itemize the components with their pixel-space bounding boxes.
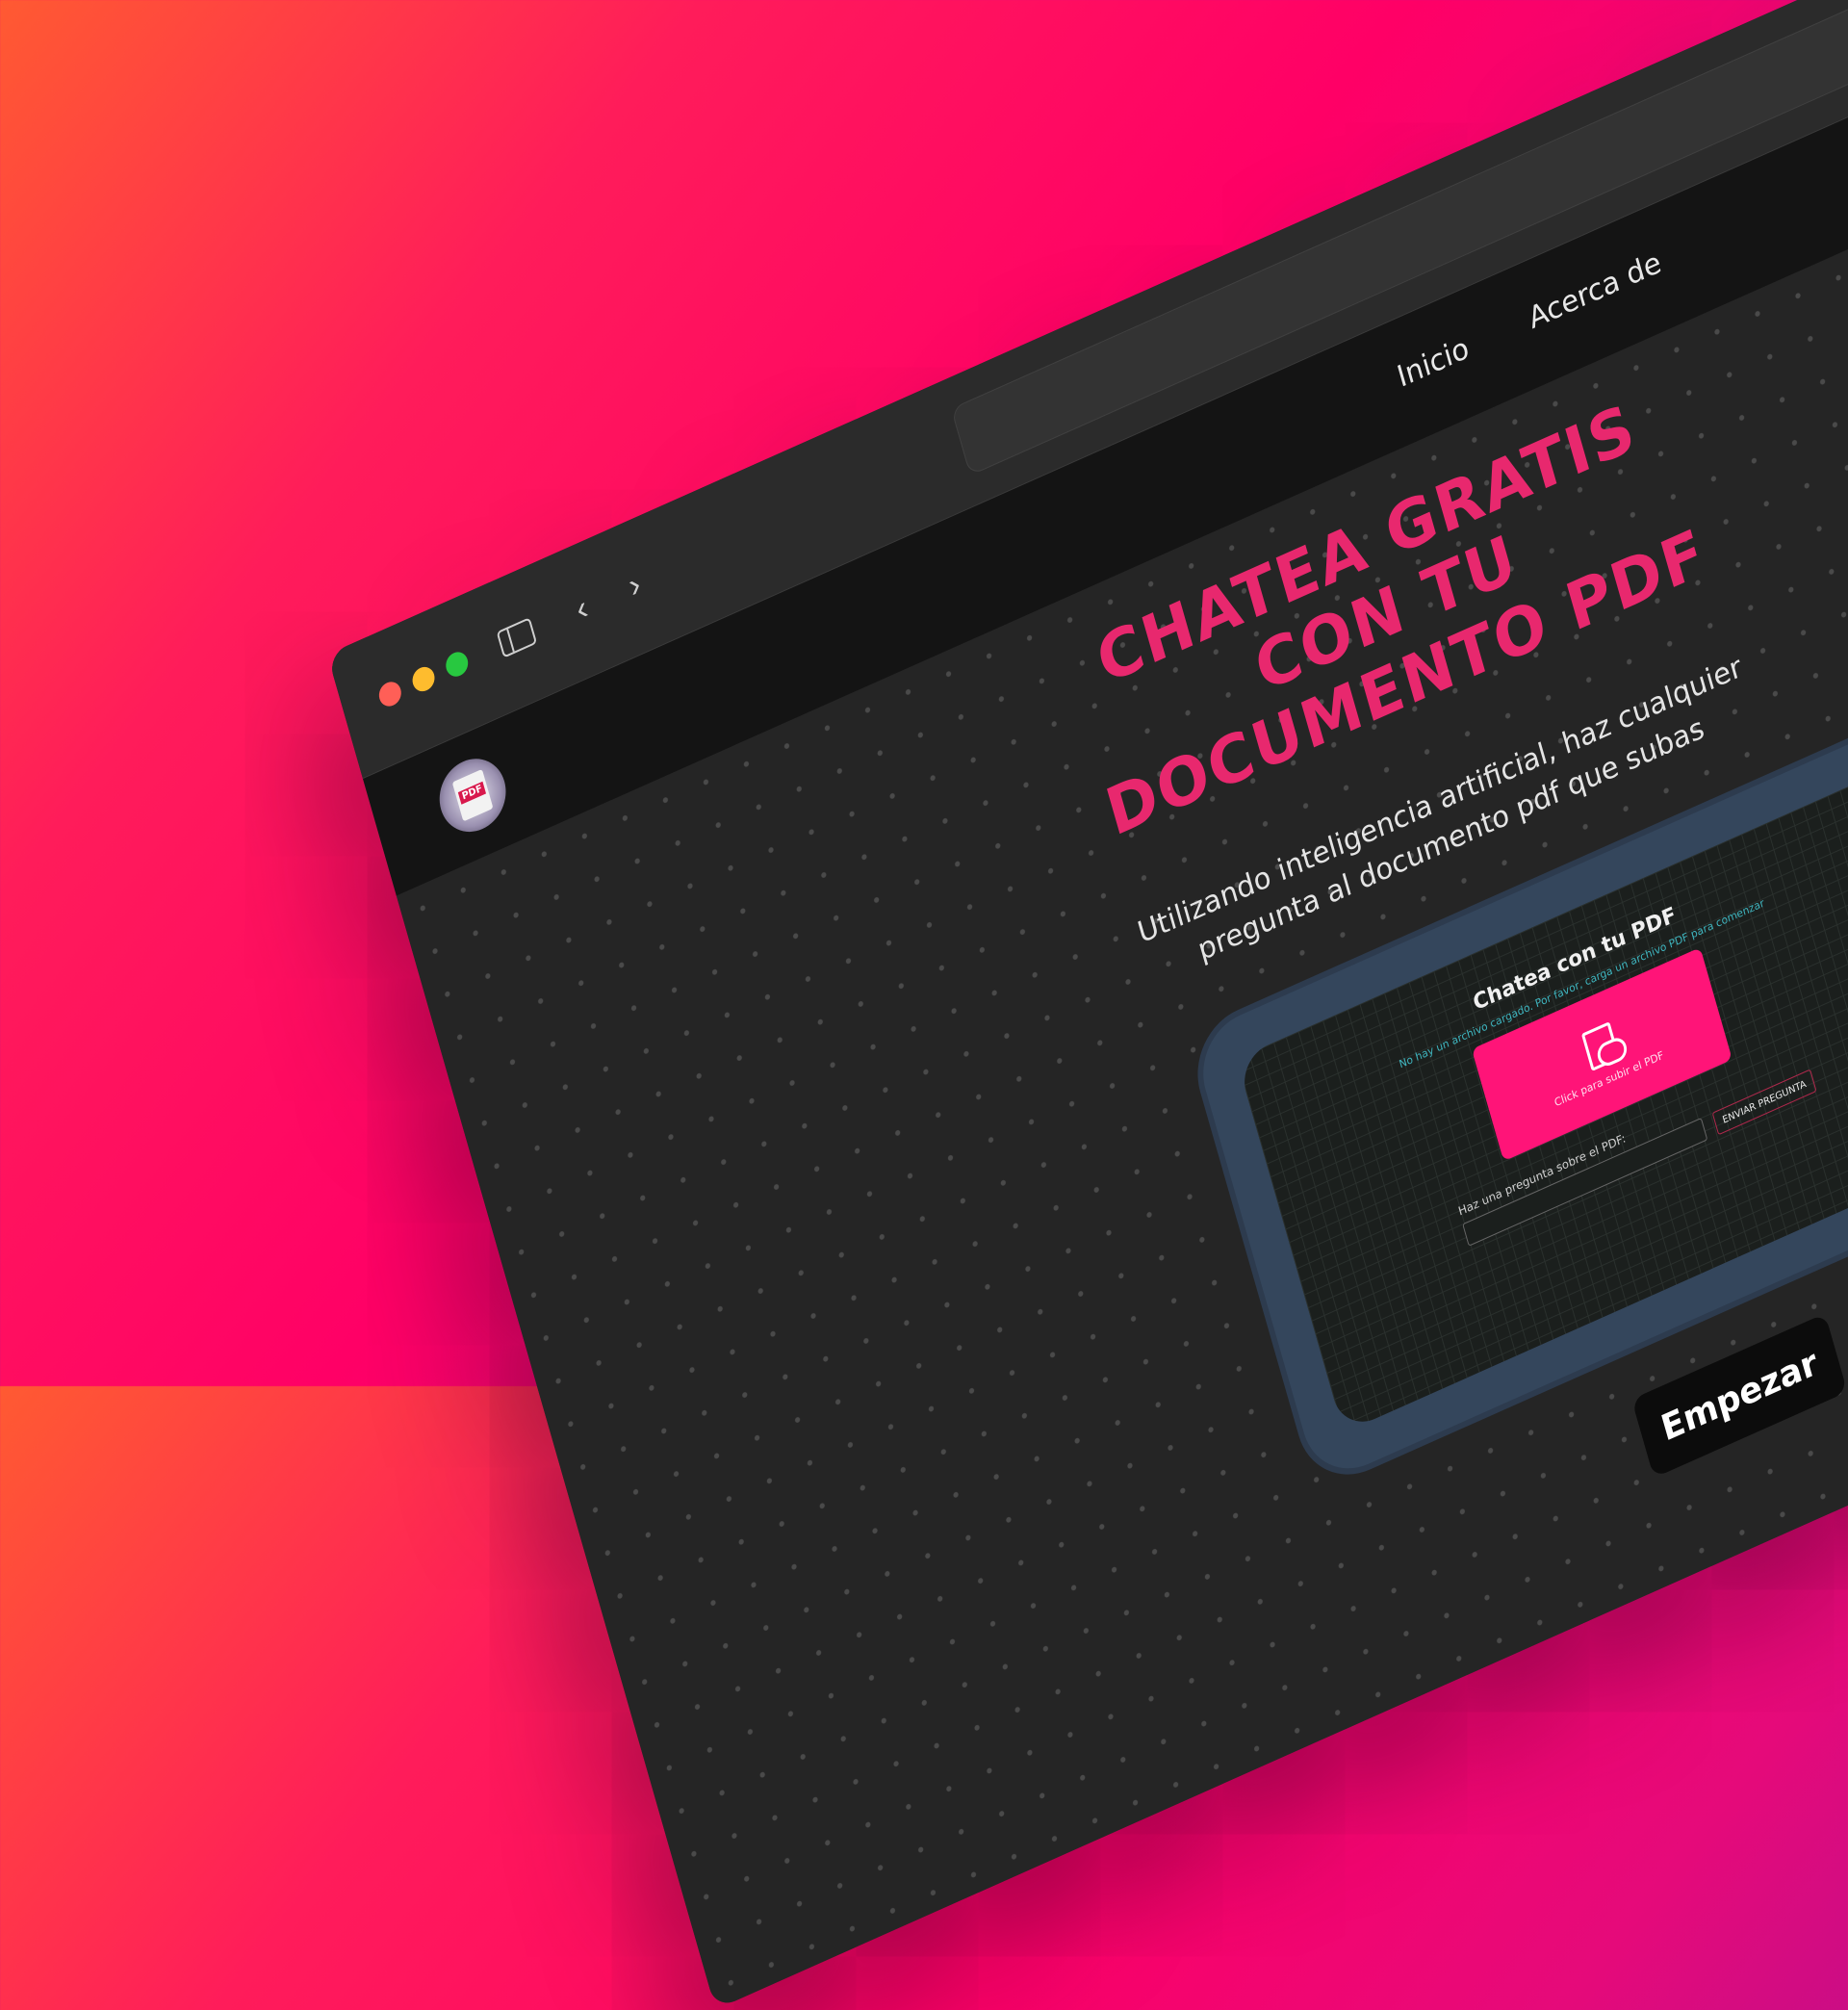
logo-badge: PDF <box>457 781 487 805</box>
forward-arrow-icon[interactable]: › <box>607 554 662 617</box>
logo-document: PDF <box>451 768 494 822</box>
nav-link-home[interactable]: Inicio <box>1394 331 1473 395</box>
mockup-scene: ‹ › ↻ PDF Inicio Acerca de CHATEA GRATIS… <box>0 0 1848 2010</box>
minimize-window-button[interactable] <box>409 662 438 696</box>
sidebar-icon[interactable] <box>489 606 544 669</box>
nav-link-about[interactable]: Acerca de <box>1525 245 1664 336</box>
close-window-button[interactable] <box>376 678 404 710</box>
back-arrow-icon[interactable]: ‹ <box>554 577 609 640</box>
start-button[interactable]: Empezar <box>1631 1313 1848 1479</box>
logo-icon[interactable]: PDF <box>431 747 515 843</box>
maximize-window-button[interactable] <box>443 648 472 681</box>
preview-send-button: ENVIAR PREGUNTA <box>1711 1069 1817 1136</box>
browser-window: ‹ › ↻ PDF Inicio Acerca de CHATEA GRATIS… <box>327 0 1848 2010</box>
